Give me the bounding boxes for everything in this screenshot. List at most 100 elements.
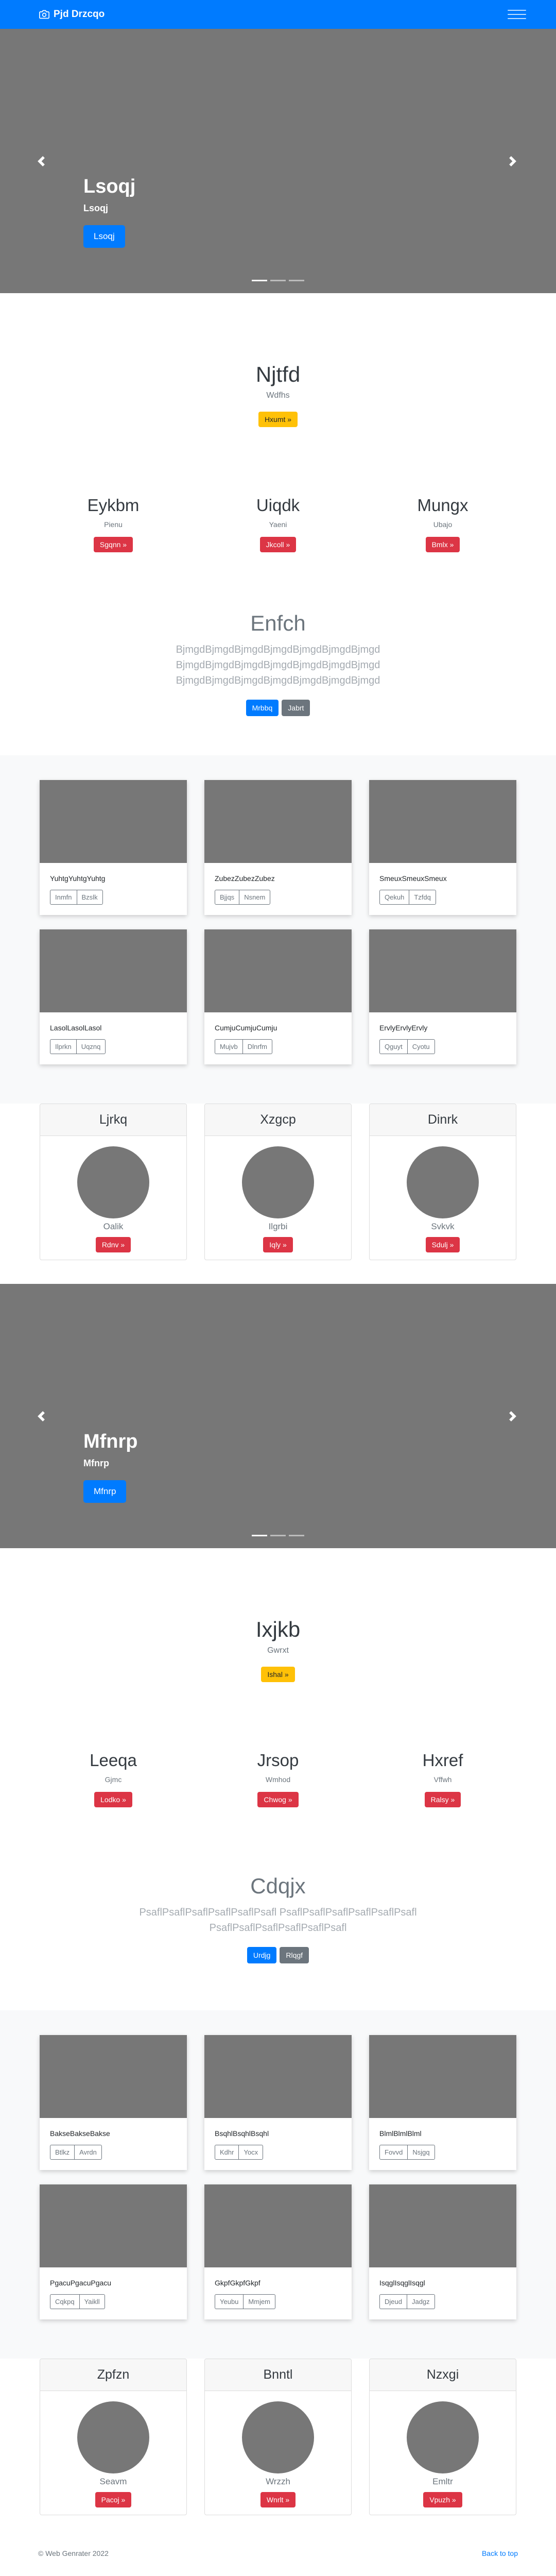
profile-title: Bnntl: [205, 2359, 351, 2391]
feature-columns: Leeqa Gjmc Lodko » Jrsop Wmhod Chwog » H…: [0, 1751, 556, 1826]
profile-button[interactable]: Rdnv »: [95, 1237, 131, 1252]
card-button-2[interactable]: Bzslk: [76, 890, 103, 905]
profile-button[interactable]: Vpuzh »: [423, 2492, 462, 2507]
card-thumbnail: [204, 2035, 352, 2118]
album-card: GkpfGkpfGkpf Yeubu Mmjem: [204, 2184, 352, 2319]
profile-subtitle: Wrzzh: [266, 2477, 290, 2486]
card-text: YuhtgYuhtgYuhtg: [50, 874, 106, 883]
feature-column: Jrsop Wmhod Chwog »: [196, 1751, 360, 1826]
lead-buttons: Mrbbq Jabrt: [246, 699, 310, 716]
album-section: BakseBakseBakse Btlkz Avrdn BsqhlBsqhlBs…: [0, 2010, 556, 2359]
carousel-indicators: [0, 1535, 556, 1536]
card-button-1[interactable]: Mujvb: [215, 1039, 243, 1054]
profile-button[interactable]: Pacoj »: [95, 2492, 132, 2507]
profile-title: Dinrk: [370, 1104, 516, 1136]
feature-button[interactable]: Sgqnn »: [93, 537, 133, 552]
card-button-2[interactable]: Avrdn: [74, 2145, 102, 2160]
card-button-1[interactable]: Qekuh: [379, 890, 410, 905]
carousel-indicator-1[interactable]: [252, 1535, 267, 1536]
hero-button[interactable]: Lsoqj: [83, 225, 125, 248]
carousel-next-icon[interactable]: [502, 1406, 523, 1427]
carousel-prev-icon[interactable]: [31, 151, 51, 172]
hero-carousel-1: Lsoqj Lsoqj Lsoqj: [0, 29, 556, 293]
lead-title: Enfch: [250, 611, 306, 635]
card-button-1[interactable]: Djeud: [379, 2294, 407, 2309]
profile-button[interactable]: Iqly »: [263, 1237, 293, 1252]
feature-text: Wmhod: [265, 1775, 291, 1784]
profile-button[interactable]: Wnrlt »: [260, 2492, 296, 2507]
profile-card: Zpfzn Seavm Pacoj »: [40, 2359, 187, 2515]
intro-button[interactable]: Ishal »: [261, 1666, 295, 1682]
card-text: BsqhlBsqhlBsqhl: [215, 2129, 269, 2138]
intro-button[interactable]: Hxumt »: [258, 411, 298, 427]
card-thumbnail: [369, 2035, 516, 2118]
profile-title: Zpfzn: [40, 2359, 186, 2391]
hamburger-icon[interactable]: [508, 7, 526, 22]
card-button-2[interactable]: Cyotu: [407, 1039, 435, 1054]
lead-secondary-button[interactable]: Rlqgf: [280, 1946, 309, 1963]
profile-subtitle: Seavm: [99, 2477, 127, 2486]
feature-button[interactable]: Jkcoll »: [259, 537, 297, 552]
navbar: Pjd Drzcqo: [0, 0, 556, 29]
profile-button[interactable]: Sdulj »: [425, 1237, 460, 1252]
card-button-2[interactable]: Yaikll: [79, 2294, 105, 2309]
card-button-1[interactable]: Ilprkn: [50, 1039, 77, 1054]
hero-button[interactable]: Mfnrp: [83, 1480, 127, 1503]
feature-button[interactable]: Bmlx »: [425, 537, 460, 552]
intro-subtitle: Wdfhs: [266, 391, 290, 400]
card-button-2[interactable]: Nsnem: [239, 890, 271, 905]
card-button-1[interactable]: Inmfn: [50, 890, 77, 905]
card-button-2[interactable]: Dlnrfm: [242, 1039, 272, 1054]
hero-subtitle: Mfnrp: [83, 1458, 109, 1468]
brand-link[interactable]: Pjd Drzcqo: [39, 9, 105, 20]
hero-carousel-2: Mfnrp Mfnrp Mfnrp: [0, 1284, 556, 1548]
card-button-1[interactable]: Cqkpq: [50, 2294, 80, 2309]
album-section: YuhtgYuhtgYuhtg Inmfn Bzslk ZubezZubezZu…: [0, 755, 556, 1104]
card-button-1[interactable]: Yeubu: [215, 2294, 244, 2309]
album-card: ErvlyErvlyErvly Qguyt Cyotu: [369, 929, 516, 1064]
card-button-group: Bjjqs Nsnem: [215, 890, 271, 905]
carousel-indicator-1[interactable]: [252, 280, 267, 281]
feature-button[interactable]: Chwog »: [257, 1792, 299, 1807]
card-thumbnail: [204, 2184, 352, 2267]
card-text: BlmlBlmlBlml: [379, 2129, 422, 2138]
card-button-2[interactable]: Jadgz: [406, 2294, 435, 2309]
feature-button[interactable]: Lodko »: [94, 1792, 132, 1807]
card-thumbnail: [40, 780, 187, 863]
carousel-indicator-3[interactable]: [289, 1535, 304, 1536]
card-button-1[interactable]: Qguyt: [379, 1039, 408, 1054]
carousel-indicator-2[interactable]: [270, 280, 286, 281]
carousel-prev-icon[interactable]: [31, 1406, 51, 1427]
card-button-1[interactable]: Bjjqs: [215, 890, 240, 905]
card-button-2[interactable]: Uqznq: [76, 1039, 106, 1054]
profile-card: Ljrkq Oalik Rdnv »: [40, 1104, 187, 1260]
lead-primary-button[interactable]: Mrbbq: [246, 699, 279, 716]
lead-secondary-button[interactable]: Jabrt: [282, 699, 310, 716]
feature-button[interactable]: Ralsy »: [424, 1792, 461, 1807]
lead-text: PsaflPsaflPsaflPsaflPsaflPsafl PsaflPsaf…: [139, 1906, 417, 1934]
carousel-indicator-2[interactable]: [270, 1535, 286, 1536]
card-thumbnail: [40, 929, 187, 1012]
carousel-next-icon[interactable]: [502, 151, 523, 172]
card-text: CumjuCumjuCumju: [215, 1024, 277, 1032]
card-button-2[interactable]: Mmjem: [243, 2294, 276, 2309]
hero-title: Mfnrp: [83, 1431, 138, 1452]
feature-text: Ubajo: [433, 520, 453, 529]
lead-primary-button[interactable]: Urdjg: [247, 1946, 277, 1963]
carousel-indicator-3[interactable]: [289, 280, 304, 281]
card-button-group: Inmfn Bzslk: [50, 890, 103, 905]
card-button-1[interactable]: Fovvd: [379, 2145, 408, 2160]
card-button-2[interactable]: Nsjgq: [407, 2145, 435, 2160]
card-button-group: Cqkpq Yaikll: [50, 2294, 105, 2309]
back-to-top-link[interactable]: Back to top: [482, 2549, 518, 2557]
card-button-2[interactable]: Yocx: [238, 2145, 264, 2160]
avatar: [77, 1146, 149, 1218]
album-card: PgacuPgacuPgacu Cqkpq Yaikll: [40, 2184, 187, 2319]
card-button-1[interactable]: Kdhr: [215, 2145, 239, 2160]
feature-column: Mungx Ubajo Bmlx »: [360, 496, 525, 571]
card-button-2[interactable]: Tzfdq: [409, 890, 436, 905]
card-button-group: Qguyt Cyotu: [379, 1039, 435, 1054]
card-button-1[interactable]: Btlkz: [50, 2145, 75, 2160]
card-thumbnail: [369, 780, 516, 863]
album-card: YuhtgYuhtgYuhtg Inmfn Bzslk: [40, 780, 187, 915]
